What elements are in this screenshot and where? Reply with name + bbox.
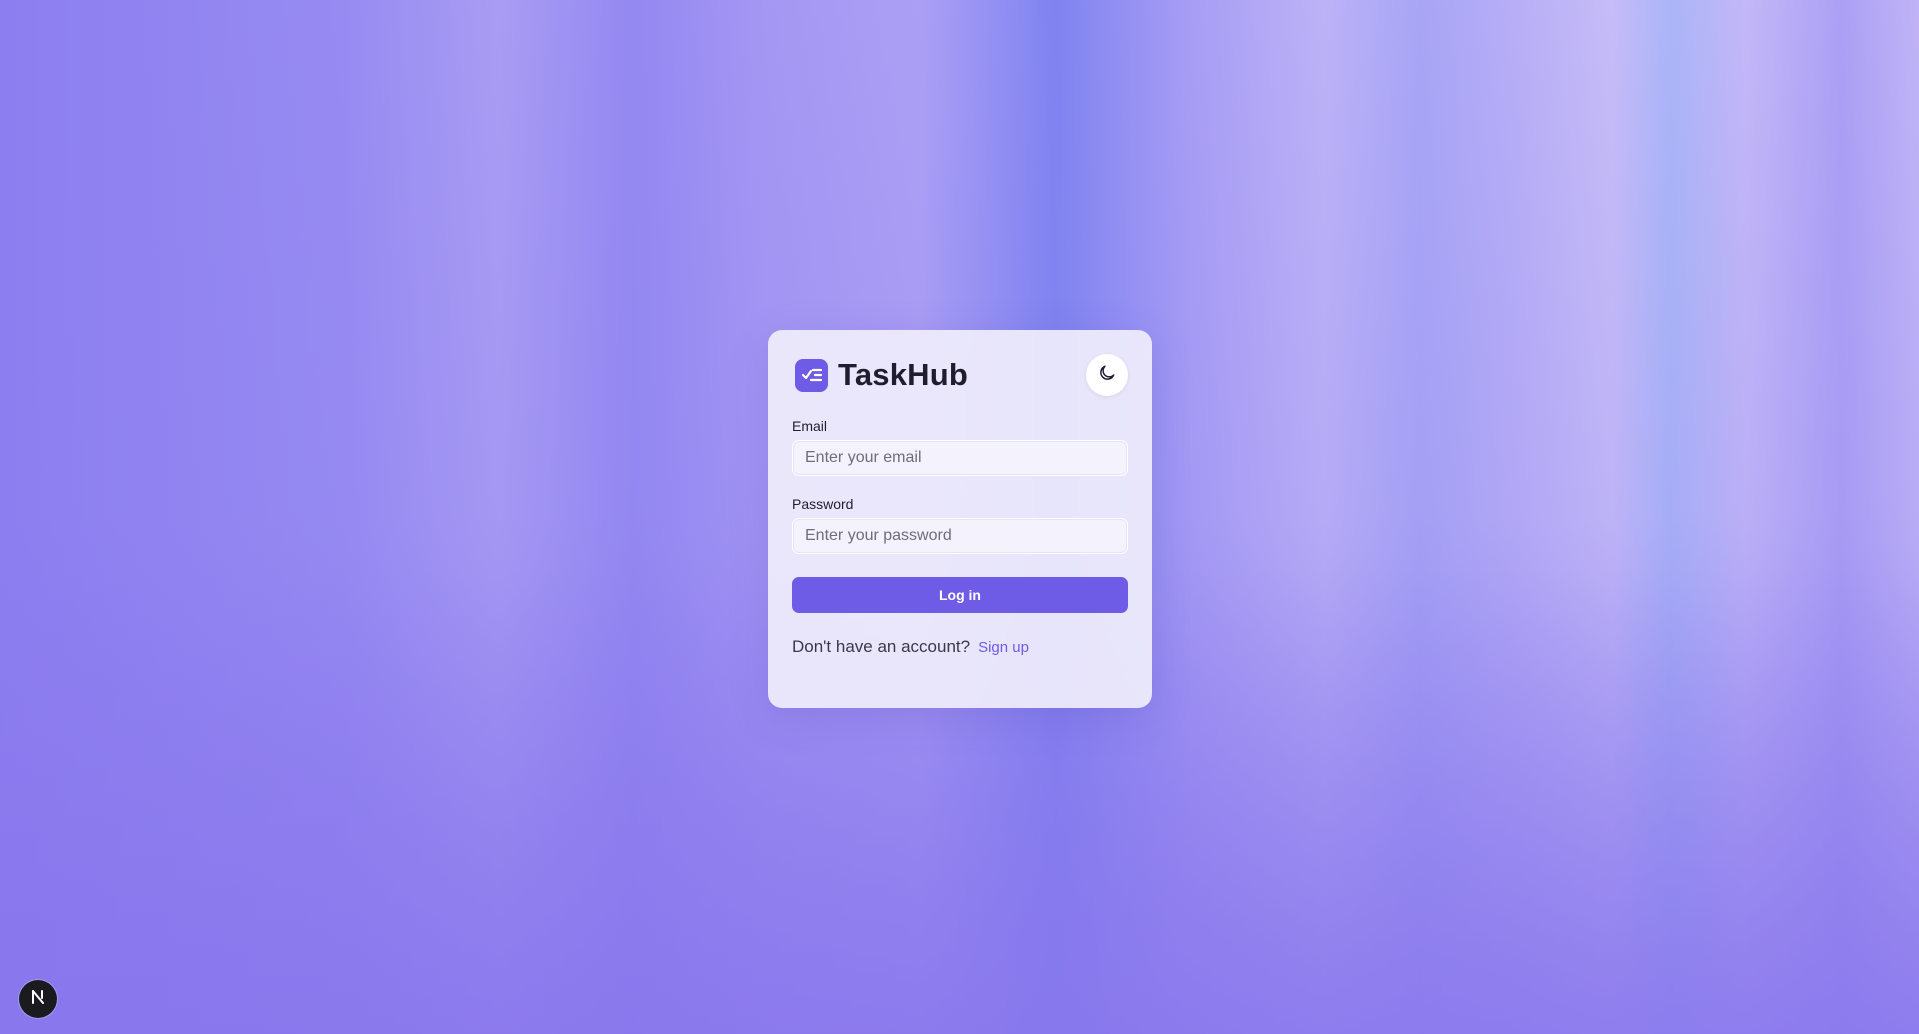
nextjs-icon [29,988,47,1011]
theme-toggle-button[interactable] [1086,354,1128,396]
email-field[interactable] [792,440,1128,476]
signup-link[interactable]: Sign up [978,639,1029,656]
moon-icon [1097,363,1117,388]
nextjs-dev-badge[interactable] [19,980,57,1018]
email-label: Email [792,418,828,434]
login-button[interactable]: Log in [792,577,1128,613]
password-field[interactable] [792,518,1128,554]
signup-row: Don't have an account? Sign up [792,637,1128,657]
checklist-icon [795,358,828,392]
app-title: TaskHub [838,357,969,392]
password-label: Password [792,496,854,512]
signup-prompt: Don't have an account? [792,637,971,656]
login-card: TaskHub Email Password Log in Don't have… [768,330,1152,708]
card-header: TaskHub [792,354,1128,396]
